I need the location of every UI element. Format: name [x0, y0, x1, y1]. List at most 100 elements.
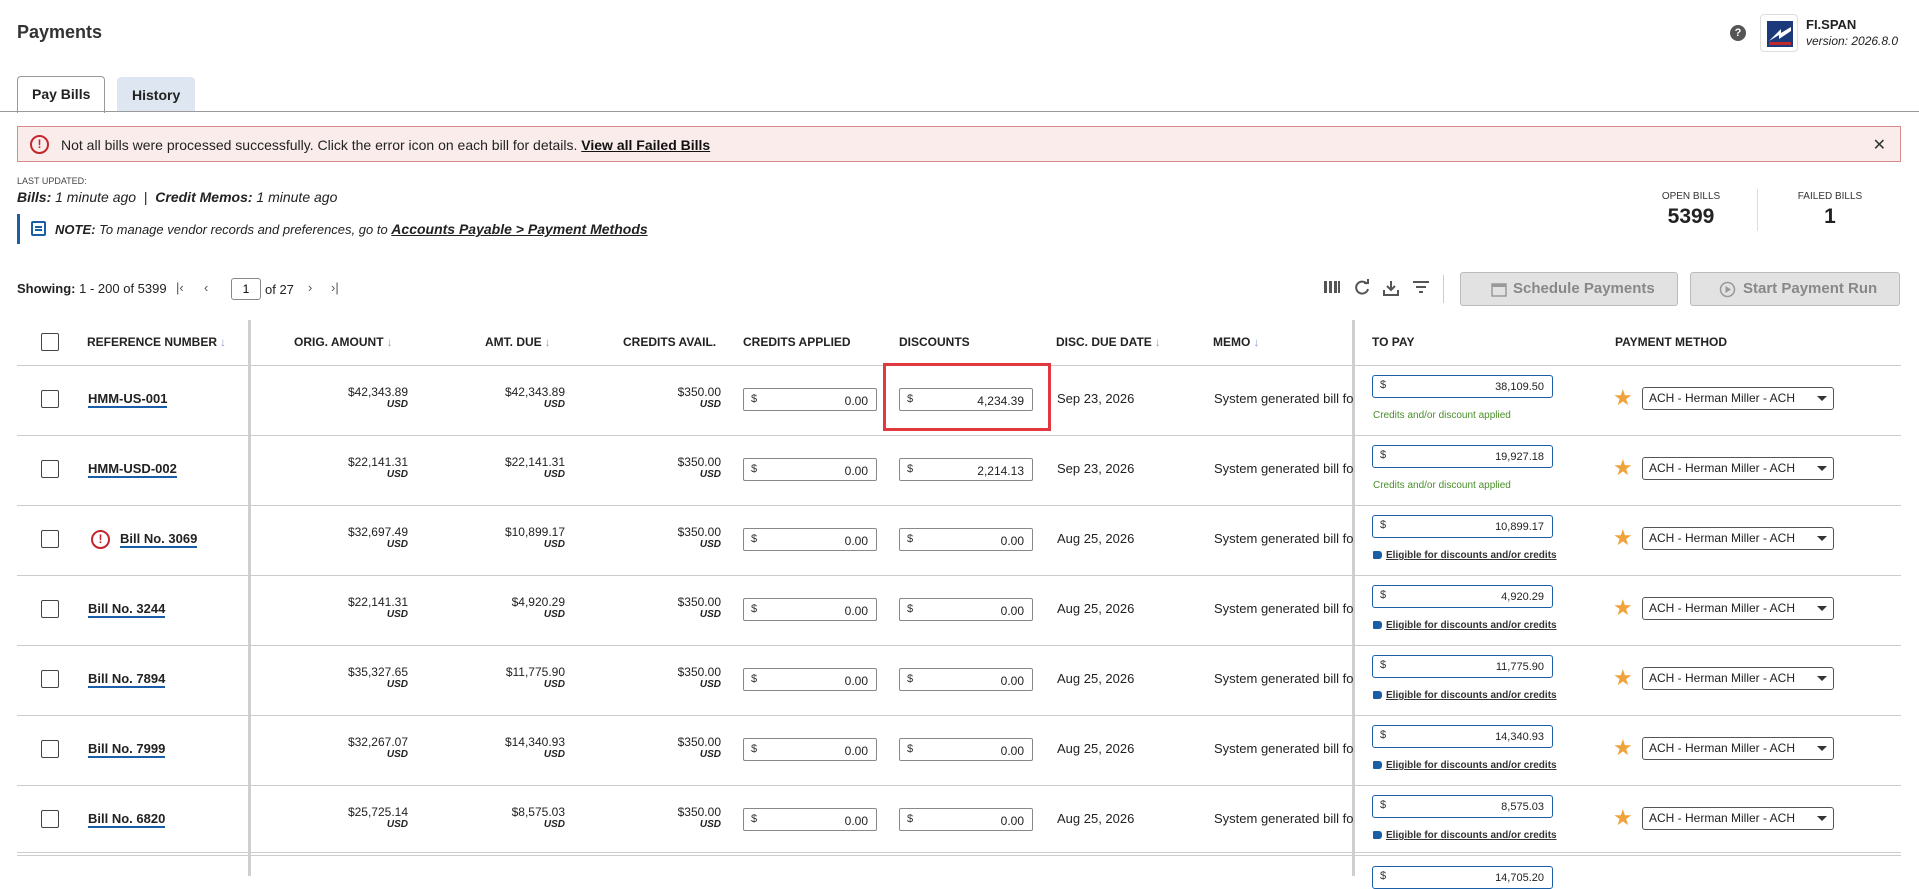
schedule-payments-button[interactable]: Schedule Payments [1460, 272, 1678, 306]
discount-input[interactable]: $ 0.00 [899, 598, 1033, 621]
next-page-icon[interactable]: › [308, 280, 312, 295]
star-icon[interactable]: ★ [1613, 597, 1633, 619]
orig-currency: USD [386, 469, 408, 480]
amount-due: $10,899.17 [504, 525, 565, 539]
columns-icon[interactable] [1322, 279, 1342, 299]
payment-method-select[interactable]: ACH - Herman Miller - ACH [1642, 527, 1834, 550]
star-icon[interactable]: ★ [1613, 807, 1633, 829]
reference-number[interactable]: HMM-US-001 [88, 391, 168, 408]
memo: System generated bill for [1214, 461, 1354, 476]
discount-input[interactable]: $ 0.00 [899, 528, 1033, 551]
disc-due-date: Sep 23, 2026 [1057, 391, 1135, 406]
showing-label: Showing: [17, 281, 76, 296]
reference-number-text: Bill No. 3244 [88, 601, 166, 618]
payment-method-value: ACH - Herman Miller - ACH [1649, 531, 1796, 545]
discount-value: 0.00 [1000, 814, 1024, 828]
row-checkbox[interactable] [41, 600, 59, 618]
credits-applied-input[interactable]: $ 0.00 [743, 388, 877, 411]
eligible-text: Eligible for discounts and/or credits [1386, 830, 1557, 841]
payment-method-select[interactable]: ACH - Herman Miller - ACH [1642, 597, 1834, 620]
row-divider [17, 855, 1901, 856]
eligible-discounts-link[interactable]: Eligible for discounts and/or credits [1373, 690, 1557, 701]
page-number-input[interactable] [231, 278, 261, 300]
credits-applied-input[interactable]: $ 0.00 [743, 528, 877, 551]
last-page-icon[interactable]: ›| [331, 280, 339, 295]
reference-number[interactable]: Bill No. 3244 [88, 601, 166, 618]
credits-applied-input[interactable]: $ 0.00 [743, 668, 877, 691]
to-pay-input[interactable]: $ 38,109.50 [1372, 375, 1553, 398]
payment-method-select[interactable]: ACH - Herman Miller - ACH [1642, 807, 1834, 830]
help-icon[interactable]: ? [1730, 25, 1746, 41]
discount-input[interactable]: $ 0.00 [899, 808, 1033, 831]
memo: System generated bill for [1214, 391, 1354, 406]
payment-method-select[interactable]: ACH - Herman Miller - ACH [1642, 457, 1834, 480]
payment-method-select[interactable]: ACH - Herman Miller - ACH [1642, 667, 1834, 690]
col-amt-due[interactable]: AMT. DUE ↓ [485, 335, 551, 349]
reference-number[interactable]: HMM-USD-002 [88, 461, 177, 478]
credits-available: $350.00 [677, 805, 721, 819]
eligible-discounts-link[interactable]: Eligible for discounts and/or credits [1373, 620, 1557, 631]
to-pay-input[interactable]: $ 14,705.20 [1372, 866, 1553, 889]
reference-number[interactable]: Bill No. 7999 [88, 741, 166, 758]
discount-input[interactable]: $ 0.00 [899, 668, 1033, 691]
prev-page-icon[interactable]: ‹ [204, 280, 208, 295]
to-pay-input[interactable]: $ 10,899.17 [1372, 515, 1553, 538]
row-divider [17, 575, 1901, 576]
filter-icon[interactable] [1411, 279, 1431, 299]
payment-method-select[interactable]: ACH - Herman Miller - ACH [1642, 387, 1834, 410]
row-checkbox[interactable] [41, 390, 59, 408]
chevron-down-icon [1817, 676, 1827, 681]
row-checkbox[interactable] [41, 810, 59, 828]
row-checkbox[interactable] [41, 740, 59, 758]
credits-applied-value: 0.00 [844, 674, 868, 688]
star-icon[interactable]: ★ [1613, 457, 1633, 479]
to-pay-input[interactable]: $ 11,775.90 [1372, 655, 1553, 678]
credits-applied-input[interactable]: $ 0.00 [743, 598, 877, 621]
to-pay-input[interactable]: $ 4,920.29 [1372, 585, 1553, 608]
error-icon[interactable]: ! [91, 530, 110, 549]
eligible-discounts-link[interactable]: Eligible for discounts and/or credits [1373, 830, 1557, 841]
row-divider [17, 435, 1901, 436]
row-checkbox[interactable] [41, 670, 59, 688]
col-memo[interactable]: MEMO ↓ [1213, 335, 1259, 349]
credits-applied-input[interactable]: $ 0.00 [743, 458, 877, 481]
tab-pay-bills[interactable]: Pay Bills [17, 76, 106, 113]
to-pay-input[interactable]: $ 19,927.18 [1372, 445, 1553, 468]
bills-time: 1 minute ago [55, 189, 137, 205]
col-orig-amount[interactable]: ORIG. AMOUNT ↓ [294, 335, 393, 349]
star-icon[interactable]: ★ [1613, 387, 1633, 409]
disc-due-date: Aug 25, 2026 [1057, 741, 1135, 756]
refresh-icon[interactable] [1352, 279, 1372, 299]
reference-number[interactable]: Bill No. 7894 [88, 671, 166, 688]
eligible-discounts-link[interactable]: Eligible for discounts and/or credits [1373, 550, 1557, 561]
eligible-discounts-link[interactable]: Eligible for discounts and/or credits [1373, 760, 1557, 771]
credits-applied-input[interactable]: $ 0.00 [743, 738, 877, 761]
row-checkbox[interactable] [41, 460, 59, 478]
to-pay-input[interactable]: $ 8,575.03 [1372, 795, 1553, 818]
credits-applied-input[interactable]: $ 0.00 [743, 808, 877, 831]
star-icon[interactable]: ★ [1613, 667, 1633, 689]
col-reference-number[interactable]: REFERENCE NUMBER ↓ [87, 335, 226, 349]
credits-currency: USD [699, 399, 721, 410]
col-disc-due-date[interactable]: DISC. DUE DATE ↓ [1056, 335, 1161, 349]
start-payment-run-button[interactable]: Start Payment Run [1690, 272, 1900, 306]
reference-number[interactable]: Bill No. 3069 [120, 531, 198, 548]
first-page-icon[interactable]: |‹ [176, 280, 184, 295]
payment-methods-link[interactable]: Accounts Payable > Payment Methods [391, 221, 647, 237]
row-checkbox[interactable] [41, 530, 59, 548]
star-icon[interactable]: ★ [1613, 737, 1633, 759]
tab-history[interactable]: History [117, 77, 196, 111]
discount-input[interactable]: $ 0.00 [899, 738, 1033, 761]
close-icon[interactable]: ✕ [1873, 135, 1886, 155]
payment-method-select[interactable]: ACH - Herman Miller - ACH [1642, 737, 1834, 760]
view-failed-bills-link[interactable]: View all Failed Bills [581, 137, 710, 153]
discount-input[interactable]: $ 2,214.13 [899, 458, 1033, 481]
to-pay-input[interactable]: $ 14,340.93 [1372, 725, 1553, 748]
select-all-checkbox[interactable] [41, 333, 59, 351]
tag-icon [1373, 831, 1382, 840]
download-icon[interactable] [1381, 279, 1401, 299]
memo: System generated bill for [1214, 531, 1354, 546]
amount-due: $11,775.90 [505, 665, 565, 679]
reference-number[interactable]: Bill No. 6820 [88, 811, 166, 828]
star-icon[interactable]: ★ [1613, 527, 1633, 549]
